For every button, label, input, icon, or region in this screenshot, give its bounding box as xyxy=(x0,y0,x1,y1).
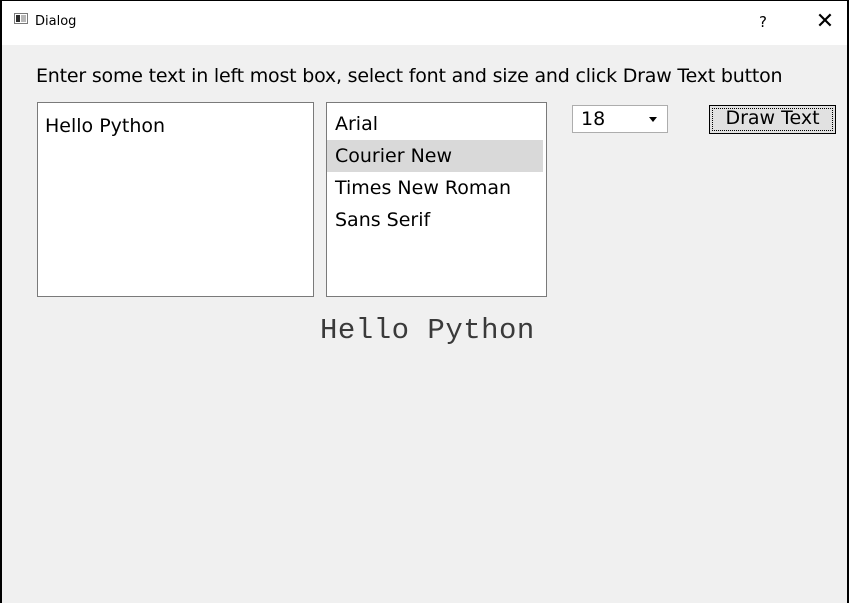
text-input-box[interactable]: Hello Python xyxy=(37,102,314,297)
font-list[interactable]: Arial Courier New Times New Roman Sans S… xyxy=(326,102,547,297)
font-list-item-times-new-roman[interactable]: Times New Roman xyxy=(327,172,543,204)
app-window-icon xyxy=(14,13,28,24)
window-title: Dialog xyxy=(35,14,77,29)
close-button[interactable]: ✕ xyxy=(810,10,840,34)
help-button[interactable]: ? xyxy=(748,10,778,34)
font-list-item-arial[interactable]: Arial xyxy=(327,108,543,140)
chevron-down-icon[interactable] xyxy=(649,117,657,122)
font-list-item-courier-new[interactable]: Courier New xyxy=(327,140,543,172)
font-size-value: 18 xyxy=(581,108,606,130)
title-bar[interactable]: Dialog ? ✕ xyxy=(2,1,847,45)
instruction-label: Enter some text in left most box, select… xyxy=(36,65,783,87)
font-list-item-sans-serif[interactable]: Sans Serif xyxy=(327,204,543,236)
dialog-window: Dialog ? ✕ Enter some text in left most … xyxy=(0,0,849,603)
font-size-combo[interactable]: 18 xyxy=(572,105,668,133)
drawn-text-output: Hello Python xyxy=(320,314,535,347)
draw-text-button[interactable]: Draw Text xyxy=(709,105,836,134)
draw-text-button-label: Draw Text xyxy=(725,107,820,129)
